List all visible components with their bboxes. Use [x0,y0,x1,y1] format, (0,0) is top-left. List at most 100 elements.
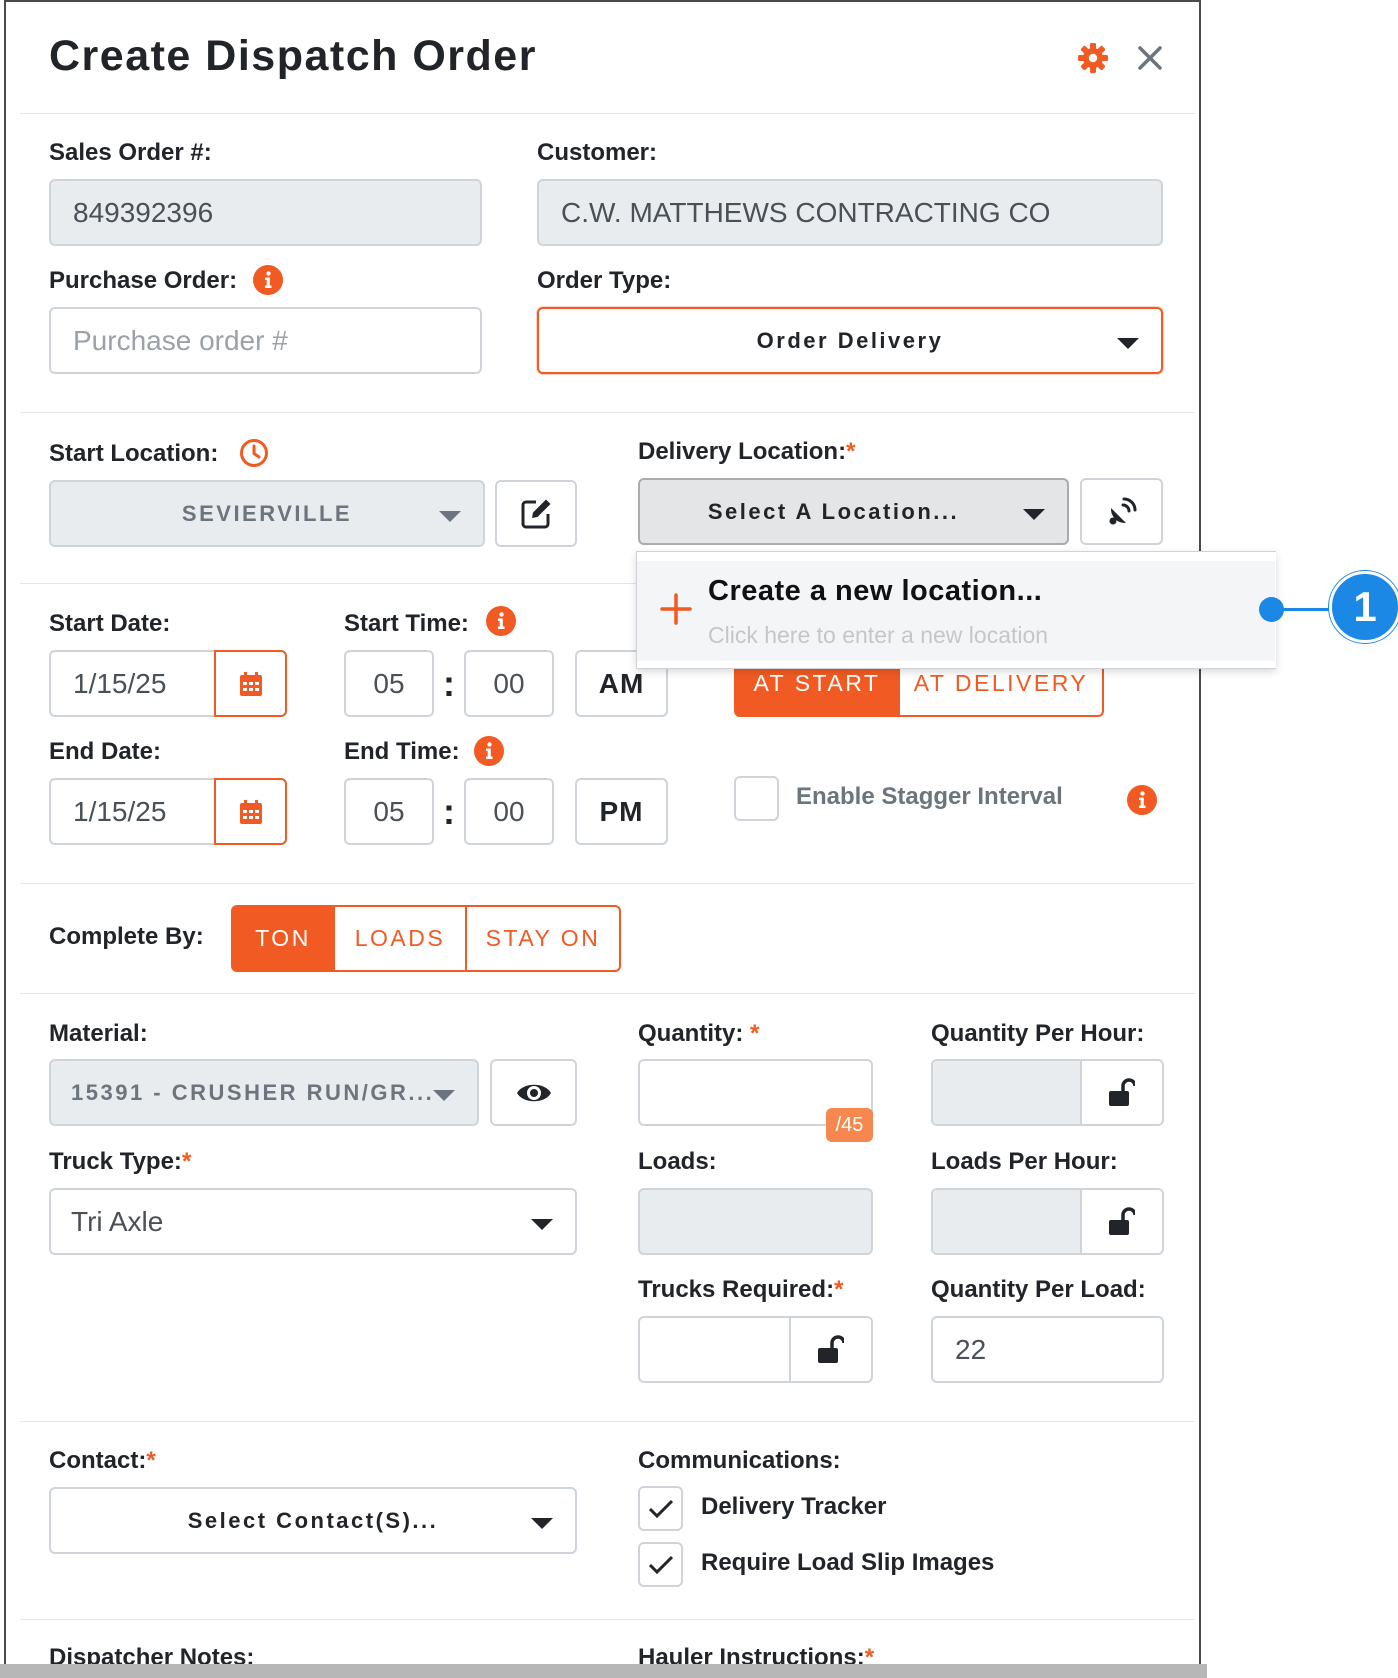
unlock-icon [1109,1206,1135,1235]
complete-by-ton[interactable]: TON [231,905,335,972]
delivery-tracker-checkbox[interactable] [638,1486,683,1531]
delivery-location-select[interactable]: Select A Location... [638,478,1069,545]
start-hour-input[interactable]: 05 [344,650,434,717]
sales-order-field: 849392396 [49,179,482,246]
communications-label: Communications: [638,1447,841,1474]
customer-label: Customer: [537,139,658,166]
require-load-slip-images-label: Require Load Slip Images [701,1549,995,1576]
start-location-select[interactable]: SEVIERVILLE [49,480,485,547]
order-type-label: Order Type: [537,267,672,294]
end-date-label: End Date: [49,738,162,765]
contact-select[interactable]: Select Contact(S)... [49,1487,577,1554]
stagger-interval-checkbox[interactable] [734,776,779,821]
quantity-per-hour-input [933,1061,1080,1124]
chevron-down-icon [1117,338,1139,349]
order-type-value: Order Delivery [756,327,944,353]
trucks-required-input[interactable] [640,1318,789,1381]
end-date-input[interactable]: 1/15/25 [49,778,217,845]
edit-icon [521,499,551,528]
loads-input [638,1188,873,1255]
stagger-info-icon[interactable] [1127,785,1157,815]
customer-field: C.W. MATTHEWS CONTRACTING CO [537,179,1163,246]
stagger-interval-label: Enable Stagger Interval [796,783,1063,810]
truck-type-select[interactable]: Tri Axle [49,1188,577,1255]
end-time-label: End Time: [344,738,460,765]
start-location-label: Start Location: [49,440,219,467]
eye-icon [516,1084,551,1101]
truck-type-label: Truck Type:* [49,1148,192,1175]
chevron-down-icon [1023,509,1045,520]
start-date-label: Start Date: [49,610,171,637]
calendar-icon [239,799,262,824]
contact-value: Select Contact(S)... [187,1507,439,1533]
delivery-tracker-label: Delivery Tracker [701,1493,887,1520]
divider [20,1421,1195,1422]
start-date-calendar-button[interactable] [214,650,287,717]
quantity-per-hour-lock-button[interactable] [1080,1061,1162,1124]
trucks-required-label: Trucks Required:* [638,1276,844,1303]
complete-by-label: Complete By: [49,923,204,950]
start-location-value: SEVIERVILLE [181,500,353,526]
end-minute-input[interactable]: 00 [464,778,554,845]
edit-start-location-button[interactable] [495,480,577,547]
start-minute-input[interactable]: 00 [464,650,554,717]
page-bottom-strip [0,1664,1207,1678]
view-material-button[interactable] [490,1059,577,1126]
require-load-slip-images-checkbox[interactable] [638,1542,683,1587]
quantity-per-load-label: Quantity Per Load: [931,1276,1146,1303]
time-separator: : [443,791,455,832]
dispatcher-notes-label: Dispatcher Notes: [49,1644,255,1665]
end-ampm-toggle[interactable]: PM [575,778,668,845]
check-icon [648,1555,673,1574]
modal-title: Create Dispatch Order [49,32,537,80]
material-value: 15391 - CRUSHER RUN/GR... [71,1079,435,1105]
divider [20,993,1195,994]
satellite-dish-icon [1109,497,1136,524]
loads-label: Loads: [638,1148,717,1175]
chevron-down-icon [439,511,461,522]
loads-per-hour-input [933,1190,1080,1253]
loads-per-hour-lock-button[interactable] [1080,1190,1162,1253]
end-date-calendar-button[interactable] [214,778,287,845]
divider [20,412,1195,413]
close-icon[interactable] [1134,42,1166,74]
loads-per-hour-group [931,1188,1164,1255]
start-date-input[interactable]: 1/15/25 [49,650,217,717]
header-divider [20,113,1195,114]
purchase-order-info-icon[interactable] [253,265,283,295]
end-hour-input[interactable]: 05 [344,778,434,845]
sales-order-label: Sales Order #: [49,139,212,166]
chevron-down-icon [531,1219,553,1230]
delivery-location-label: Delivery Location:* [638,438,856,465]
order-type-select[interactable]: Order Delivery [537,307,1163,374]
create-new-location-option[interactable]: Create a new location... Click here to e… [637,561,1275,661]
quantity-label: Quantity: * [638,1020,760,1047]
unlock-icon [1109,1077,1135,1106]
purchase-order-input[interactable]: Purchase order # [49,307,482,374]
end-time-info-icon[interactable] [474,736,504,766]
chevron-down-icon [531,1518,553,1529]
start-time-info-icon[interactable] [486,606,516,636]
material-select[interactable]: 15391 - CRUSHER RUN/GR... [49,1059,479,1126]
create-new-location-title: Create a new location... [708,575,1043,607]
check-icon [648,1499,673,1518]
material-label: Material: [49,1020,148,1047]
quantity-per-hour-label: Quantity Per Hour: [931,1020,1145,1047]
delivery-location-dropdown: Create a new location... Click here to e… [636,551,1276,669]
callout-anchor-dot [1259,597,1284,622]
complete-by-loads[interactable]: LOADS [333,905,467,972]
quantity-per-load-input[interactable]: 22 [931,1316,1164,1383]
create-new-location-subtitle: Click here to enter a new location [708,622,1049,648]
contact-label: Contact:* [49,1447,156,1474]
complete-by-stay-on[interactable]: STAY ON [465,905,621,972]
plus-icon [660,593,692,625]
complete-by-toggle: TON LOADS STAY ON [231,905,621,972]
trucks-required-lock-button[interactable] [789,1318,871,1381]
settings-gear-icon[interactable] [1077,42,1109,74]
quantity-per-hour-group [931,1059,1164,1126]
loads-per-hour-label: Loads Per Hour: [931,1148,1118,1175]
geolocate-button[interactable] [1080,478,1163,545]
hauler-instructions-label: Hauler Instructions:* [638,1644,875,1665]
purchase-order-label: Purchase Order: [49,267,238,294]
quantity-remaining-badge: /45 [826,1108,873,1142]
